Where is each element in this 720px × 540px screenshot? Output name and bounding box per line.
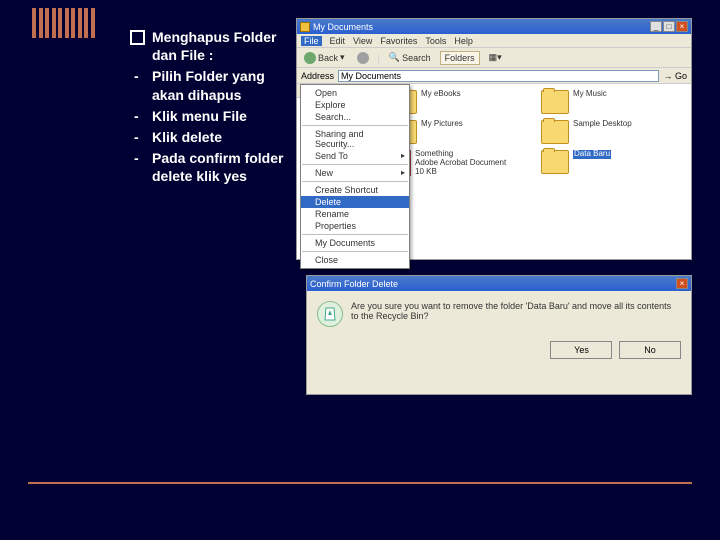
forward-icon <box>357 52 369 64</box>
search-button[interactable]: 🔍 Search <box>386 52 434 63</box>
file-item[interactable]: Something Adobe Acrobat Document 10 KB <box>389 150 531 176</box>
menubar: File Edit View Favorites Tools Help <box>297 34 691 48</box>
menu-view[interactable]: View <box>353 36 372 46</box>
menu-tools[interactable]: Tools <box>425 36 446 46</box>
folder-item-selected[interactable]: Data Baru <box>541 150 683 176</box>
instruction-step: Klik delete <box>130 128 290 146</box>
minimize-button[interactable]: _ <box>650 21 662 32</box>
back-icon <box>304 52 316 64</box>
folder-icon <box>541 150 569 174</box>
menu-item-close[interactable]: Close <box>301 254 409 266</box>
menu-item-location[interactable]: My Documents <box>301 237 409 249</box>
instruction-step: Pilih Folder yang akan dihapus <box>130 67 290 103</box>
explorer-window: My Documents _ □ × File Edit View Favori… <box>296 18 692 260</box>
recycle-icon <box>317 301 343 327</box>
yes-button[interactable]: Yes <box>550 341 612 359</box>
menu-item-open[interactable]: Open <box>301 87 409 99</box>
close-button[interactable]: × <box>676 21 688 32</box>
close-button[interactable]: × <box>676 278 688 289</box>
folders-button[interactable]: Folders <box>440 51 480 65</box>
instruction-panel: Menghapus Folder dan File : Pilih Folder… <box>130 28 290 189</box>
footer-divider <box>28 482 692 484</box>
menu-item-sharing[interactable]: Sharing and Security... <box>301 128 409 150</box>
folder-icon <box>541 120 569 144</box>
address-label: Address <box>301 71 334 81</box>
file-menu-dropdown: Open Explore Search... Sharing and Secur… <box>300 84 410 269</box>
menu-item-rename[interactable]: Rename <box>301 208 409 220</box>
menu-item-shortcut[interactable]: Create Shortcut <box>301 184 409 196</box>
folder-item[interactable]: Sample Desktop <box>541 120 683 144</box>
content-pane[interactable]: My eBooks My Music My Pictures Sample De… <box>381 84 691 259</box>
menu-file[interactable]: File <box>301 36 322 46</box>
address-input[interactable] <box>338 70 659 82</box>
folder-item[interactable]: My Pictures <box>389 120 531 144</box>
go-button[interactable]: → Go <box>663 71 687 81</box>
folder-icon <box>541 90 569 114</box>
no-button[interactable]: No <box>619 341 681 359</box>
toolbar: Back ▾ | 🔍 Search Folders ▦▾ <box>297 48 691 68</box>
confirm-titlebar[interactable]: Confirm Folder Delete × <box>307 276 691 291</box>
views-button[interactable]: ▦▾ <box>486 52 505 63</box>
instruction-heading: Menghapus Folder dan File : <box>130 28 290 64</box>
folder-item[interactable]: My Music <box>541 90 683 114</box>
menu-help[interactable]: Help <box>454 36 473 46</box>
folder-icon <box>300 22 310 32</box>
confirm-message: Are you sure you want to remove the fold… <box>351 301 681 321</box>
window-title: My Documents <box>313 22 373 32</box>
instruction-step: Klik menu File <box>130 107 290 125</box>
confirm-dialog: Confirm Folder Delete × Are you sure you… <box>306 275 692 395</box>
menu-item-sendto[interactable]: Send To <box>301 150 409 162</box>
menu-favorites[interactable]: Favorites <box>380 36 417 46</box>
instruction-step: Pada confirm folder delete klik yes <box>130 149 290 185</box>
back-button[interactable]: Back ▾ <box>301 52 348 64</box>
explorer-titlebar[interactable]: My Documents _ □ × <box>297 19 691 34</box>
maximize-button[interactable]: □ <box>663 21 675 32</box>
dialog-title: Confirm Folder Delete <box>310 279 398 289</box>
address-bar: Address → Go <box>297 68 691 84</box>
menu-item-search[interactable]: Search... <box>301 111 409 123</box>
forward-button[interactable] <box>354 52 372 64</box>
folder-item[interactable]: My eBooks <box>389 90 531 114</box>
menu-item-explore[interactable]: Explore <box>301 99 409 111</box>
menu-item-properties[interactable]: Properties <box>301 220 409 232</box>
menu-item-delete[interactable]: Delete <box>301 196 409 208</box>
menu-edit[interactable]: Edit <box>330 36 346 46</box>
menu-item-new[interactable]: New <box>301 167 409 179</box>
decorative-bars <box>32 8 95 38</box>
